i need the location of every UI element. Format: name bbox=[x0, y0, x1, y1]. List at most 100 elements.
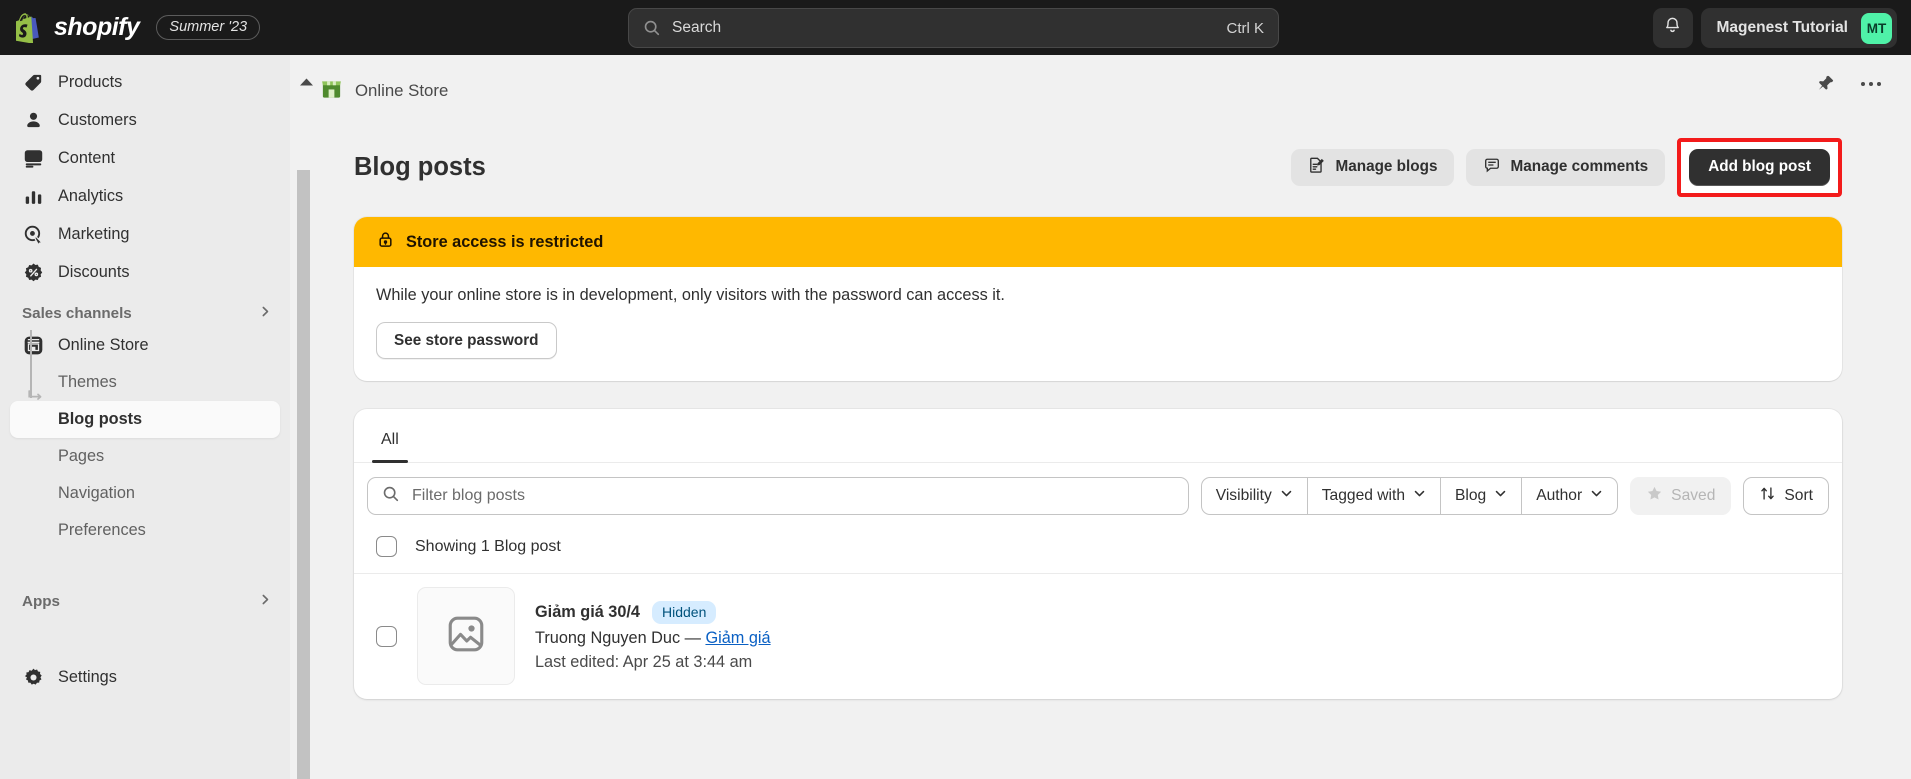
star-icon bbox=[1646, 485, 1663, 507]
button-label: Manage comments bbox=[1510, 158, 1649, 175]
sidebar-section-sales-channels[interactable]: Sales channels bbox=[22, 305, 272, 322]
sidebar-item-blog-posts[interactable]: Blog posts bbox=[10, 401, 280, 438]
notifications-button[interactable] bbox=[1652, 8, 1693, 48]
sidebar-item-navigation[interactable]: Navigation bbox=[10, 475, 280, 512]
filter-visibility[interactable]: Visibility bbox=[1200, 477, 1308, 515]
filter-tagged-with[interactable]: Tagged with bbox=[1307, 477, 1441, 515]
sidebar-item-label: Analytics bbox=[58, 186, 124, 205]
storefront-icon bbox=[22, 334, 44, 356]
button-label: Saved bbox=[1671, 487, 1716, 504]
tree-arrow-icon bbox=[28, 390, 42, 402]
account-name: Magenest Tutorial bbox=[1716, 19, 1848, 36]
chevron-right-icon[interactable] bbox=[259, 593, 272, 610]
sidebar-item-label: Themes bbox=[58, 373, 117, 391]
sidebar-item-discounts[interactable]: Discounts bbox=[10, 253, 280, 291]
filter-author[interactable]: Author bbox=[1522, 477, 1619, 515]
filter-placeholder[interactable]: Filter blog posts bbox=[412, 487, 525, 505]
sidebar-item-analytics[interactable]: Analytics bbox=[10, 177, 280, 215]
banner-body: While your online store is in developmen… bbox=[354, 267, 1842, 381]
select-all-row: Showing 1 Blog post bbox=[354, 530, 1842, 574]
marketing-target-icon bbox=[22, 223, 44, 245]
chip-label: Visibility bbox=[1215, 487, 1272, 504]
sidebar-item-label: Customers bbox=[58, 110, 137, 129]
sidebar-item-label: Preferences bbox=[58, 521, 146, 539]
sidebar-item-label: Online Store bbox=[58, 335, 149, 354]
tab-bar: All bbox=[354, 409, 1842, 463]
chevron-down-icon bbox=[1280, 487, 1293, 505]
search-input[interactable]: Search bbox=[672, 19, 1227, 37]
season-badge: Summer '23 bbox=[156, 15, 261, 40]
page-container: Blog posts Manage blogs Manage comments … bbox=[354, 137, 1842, 699]
global-search-bar[interactable]: Search Ctrl K bbox=[628, 8, 1279, 48]
sidebar-item-settings[interactable]: Settings bbox=[10, 658, 280, 696]
banner-title: Store access is restricted bbox=[406, 232, 604, 251]
chip-label: Blog bbox=[1455, 487, 1487, 504]
saved-views-button[interactable]: Saved bbox=[1630, 477, 1732, 515]
sidebar-item-products[interactable]: Products bbox=[10, 63, 280, 101]
sort-arrows-icon bbox=[1759, 485, 1776, 507]
button-label: Sort bbox=[1784, 487, 1813, 504]
tab-all[interactable]: All bbox=[364, 432, 416, 463]
banner-header: Store access is restricted bbox=[354, 217, 1842, 267]
manage-comments-button[interactable]: Manage comments bbox=[1466, 148, 1666, 186]
post-blog-link[interactable]: Giảm giá bbox=[705, 629, 770, 647]
lock-icon bbox=[376, 230, 395, 254]
bell-icon bbox=[1663, 16, 1682, 40]
search-icon bbox=[382, 485, 400, 508]
avatar: MT bbox=[1861, 12, 1892, 44]
content-image-icon bbox=[22, 147, 44, 169]
sidebar-item-label: Blog posts bbox=[58, 410, 143, 428]
context-bar-actions bbox=[1812, 71, 1884, 97]
sidebar-item-customers[interactable]: Customers bbox=[10, 101, 280, 139]
chat-bubble-icon bbox=[1483, 156, 1501, 179]
table-row[interactable]: Giảm giá 30/4 Hidden Truong Nguyen Duc —… bbox=[354, 574, 1842, 699]
caret-up-icon[interactable] bbox=[298, 75, 315, 93]
post-author: Truong Nguyen Duc bbox=[535, 628, 681, 647]
shopify-logo[interactable]: shopify Summer '23 bbox=[0, 12, 261, 44]
ellipsis-horizontal-icon[interactable] bbox=[1858, 71, 1884, 97]
top-bar: shopify Summer '23 Search Ctrl K Magenes… bbox=[0, 0, 1911, 55]
sidebar-item-preferences[interactable]: Preferences bbox=[10, 512, 280, 549]
button-label: See store password bbox=[394, 331, 539, 349]
sidebar-item-pages[interactable]: Pages bbox=[10, 438, 280, 475]
sidebar-item-themes[interactable]: Themes bbox=[10, 364, 280, 401]
chevron-right-icon[interactable] bbox=[259, 305, 272, 322]
see-store-password-button[interactable]: See store password bbox=[376, 322, 557, 359]
sidebar-section-apps[interactable]: Apps bbox=[22, 593, 272, 610]
select-all-checkbox[interactable] bbox=[376, 536, 397, 557]
sidebar-item-label: Navigation bbox=[58, 484, 135, 502]
post-last-edited: Last edited: Apr 25 at 3:44 am bbox=[535, 652, 753, 671]
edit-document-icon bbox=[1308, 156, 1326, 179]
main-scrollbar[interactable] bbox=[297, 170, 310, 779]
filter-blog[interactable]: Blog bbox=[1441, 477, 1523, 515]
row-content: Giảm giá 30/4 Hidden Truong Nguyen Duc —… bbox=[535, 600, 771, 672]
sidebar-item-content[interactable]: Content bbox=[10, 139, 280, 177]
top-bar-right: Magenest Tutorial MT bbox=[1652, 8, 1897, 48]
add-blog-post-highlight: Add blog post bbox=[1677, 137, 1842, 197]
sort-button[interactable]: Sort bbox=[1743, 477, 1829, 515]
main-content: Online Store Blog posts Manage blogs Man… bbox=[290, 55, 1911, 779]
row-thumbnail bbox=[417, 587, 515, 685]
chip-label: Author bbox=[1536, 487, 1583, 504]
person-icon bbox=[22, 109, 44, 131]
blog-posts-card: All Filter blog posts Visibility Tagged … bbox=[354, 409, 1842, 699]
search-icon bbox=[643, 19, 661, 37]
account-menu-button[interactable]: Magenest Tutorial MT bbox=[1700, 8, 1897, 48]
filter-blog-posts-input[interactable]: Filter blog posts bbox=[367, 477, 1189, 515]
pin-icon[interactable] bbox=[1812, 71, 1838, 97]
shopify-bag-icon bbox=[15, 12, 43, 44]
discount-badge-icon bbox=[22, 261, 44, 283]
sidebar-item-online-store[interactable]: Online Store bbox=[10, 326, 280, 364]
manage-blogs-button[interactable]: Manage blogs bbox=[1291, 148, 1455, 186]
post-title[interactable]: Giảm giá 30/4 bbox=[535, 603, 640, 622]
chevron-down-icon bbox=[1494, 487, 1507, 505]
author-separator: — bbox=[684, 628, 701, 647]
add-blog-post-button[interactable]: Add blog post bbox=[1689, 148, 1830, 186]
sidebar: Products Customers Content Analytics Mar… bbox=[0, 55, 290, 779]
sidebar-item-label: Settings bbox=[58, 667, 117, 686]
button-label: Add blog post bbox=[1708, 158, 1811, 175]
sidebar-section-label: Apps bbox=[22, 593, 60, 610]
chip-label: Tagged with bbox=[1321, 487, 1405, 504]
sidebar-item-marketing[interactable]: Marketing bbox=[10, 215, 280, 253]
row-checkbox[interactable] bbox=[376, 625, 397, 647]
